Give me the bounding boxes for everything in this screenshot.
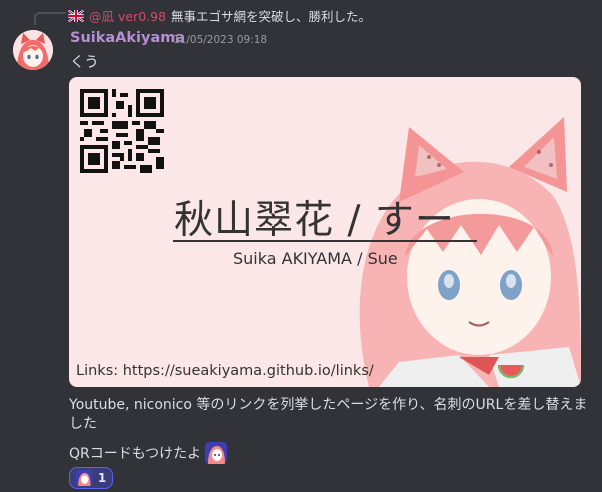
avatar-image [13,30,53,70]
uk-flag-icon [68,9,84,22]
message-text: くう [70,55,99,71]
business-card-image[interactable]: 秋山翠花 / すー Suika AKIYAMA / Sue Links: htt… [69,77,581,387]
reaction-button[interactable]: 1 [69,467,113,489]
avatar[interactable] [13,30,53,70]
character-illustration [359,117,581,387]
timestamp: 11/05/2023 09:18 [173,34,268,46]
reaction-emoji-icon [75,470,92,486]
message-body-line2-text: QRコードもつけたよ [69,446,202,462]
card-divider [173,240,477,242]
card-links: Links: https://sueakiyama.github.io/link… [76,363,374,379]
reply-text[interactable]: 無事エゴサ網を突破し、勝利した。 [171,6,371,25]
reply-connector [34,12,66,25]
message-body-line2: QRコードもつけたよ [69,442,228,464]
card-name-roman: Suika AKIYAMA / Sue [233,249,398,268]
message-body-line1: Youtube, niconico 等のリンクを列挙したページを作り、名刺のUR… [69,397,588,432]
card-name-jp: 秋山翠花 / すー [174,198,455,243]
username[interactable]: SuikaAkiyama [70,30,185,46]
reply-preview[interactable]: @凪 ver0.98 無事エゴサ網を突破し、勝利した。 [68,6,371,25]
reaction-count: 1 [97,471,107,485]
qr-code-icon [80,89,164,173]
custom-emoji-icon[interactable] [205,442,228,464]
reply-author[interactable]: @凪 ver0.98 [89,6,166,25]
